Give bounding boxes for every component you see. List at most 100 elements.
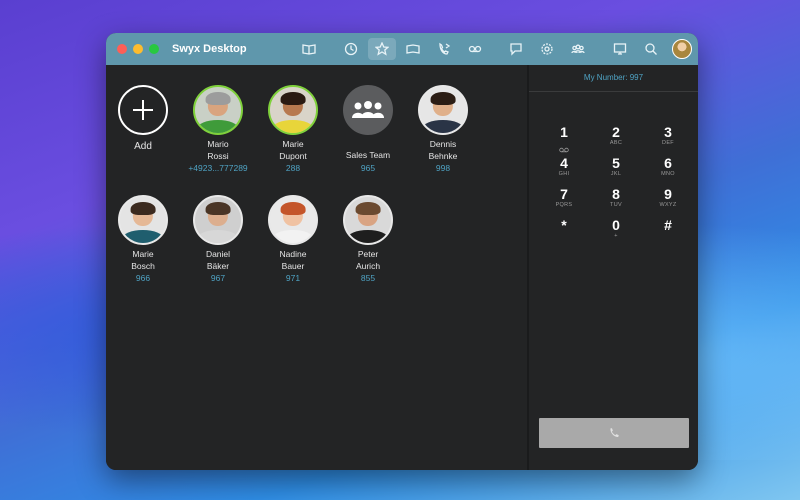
- my-number: My Number: 997: [583, 73, 644, 82]
- favorite-contact[interactable]: Peter Aurich 855: [328, 195, 408, 283]
- keypad-key[interactable]: *: [539, 218, 589, 239]
- contact-number: 971: [285, 273, 301, 283]
- title-bar: Swyx Desktop: [106, 33, 698, 65]
- close-button[interactable]: [117, 44, 127, 54]
- contact-number: 998: [435, 163, 451, 173]
- minimize-button[interactable]: [133, 44, 143, 54]
- keypad: 1 2 ABC 3 DEF 4 GHI 5 JKL 6 MNO 7 PQRS 8 TUV 9 WXYZ * 0 + #: [539, 124, 694, 240]
- key-digit: #: [664, 217, 672, 233]
- voicemail-icon[interactable]: [461, 38, 489, 60]
- contact-first-name: Dennis: [429, 139, 457, 149]
- favorite-contact[interactable]: Sales Team 965: [328, 85, 408, 173]
- keypad-key[interactable]: 6 MNO: [643, 156, 693, 178]
- contact-last-name: Dupont: [279, 150, 307, 161]
- favorite-contact[interactable]: Dennis Behnke 998: [403, 85, 483, 173]
- contact-last-name: Bosch: [131, 260, 155, 271]
- history-icon[interactable]: [337, 38, 365, 60]
- contact-number: 855: [360, 273, 376, 283]
- key-letters: DEF: [662, 140, 674, 146]
- contact-name: Peter Aurich: [356, 249, 380, 272]
- phonebook-icon[interactable]: [295, 38, 323, 60]
- key-digit: 2: [612, 124, 620, 140]
- group-icon: [343, 85, 393, 135]
- favorite-contact[interactable]: Marie Dupont 288: [253, 85, 333, 173]
- keypad-key[interactable]: 8 TUV: [591, 186, 641, 209]
- contact-name: Mario Rossi: [207, 139, 228, 162]
- contact-last-name: Rossi: [207, 150, 229, 161]
- contact-number: +4923...777289: [188, 163, 248, 173]
- user-avatar[interactable]: [672, 39, 692, 59]
- contact-name: Marie Bosch: [131, 249, 155, 272]
- key-letters: MNO: [661, 171, 675, 177]
- keypad-key[interactable]: 3 DEF: [643, 124, 693, 147]
- favorite-contact[interactable]: Mario Rossi +4923...777289: [178, 85, 258, 173]
- contact-first-name: Peter: [357, 249, 379, 259]
- key-letters: GHI: [558, 171, 570, 177]
- favorite-contact[interactable]: Daniel Bäker 967: [178, 195, 258, 283]
- zoom-button[interactable]: [149, 44, 159, 54]
- contact-first-name: Sales Team: [345, 150, 391, 160]
- contact-first-name: Mario: [207, 139, 229, 149]
- favorite-contact[interactable]: Nadine Bauer 971: [253, 195, 333, 283]
- favorites-panel: Add Mario Rossi +4923...777289 Marie Dupont 2…: [106, 65, 527, 470]
- search-icon[interactable]: [637, 38, 665, 60]
- key-letters: TUV: [610, 202, 622, 208]
- contact-name: Sales Team: [346, 150, 390, 162]
- contact-last-name: Behnke: [428, 150, 458, 161]
- key-digit: 8: [612, 186, 620, 202]
- add-icon[interactable]: [118, 85, 168, 135]
- chat-icon[interactable]: [502, 38, 530, 60]
- contact-avatar: [343, 195, 393, 245]
- window-controls: [117, 44, 159, 54]
- key-digit: 9: [664, 186, 672, 202]
- keypad-key[interactable]: 7 PQRS: [539, 186, 589, 209]
- contact-number: 965: [360, 162, 376, 173]
- contact-first-name: Marie: [282, 139, 304, 149]
- contact-avatar: [418, 85, 468, 135]
- contact-avatar: [268, 195, 318, 245]
- keypad-key[interactable]: 2 ABC: [591, 124, 641, 147]
- key-letters: +: [614, 233, 618, 239]
- contact-name: Marie Dupont: [279, 139, 306, 162]
- keypad-key[interactable]: 9 WXYZ: [643, 186, 693, 209]
- key-digit: 0: [612, 217, 620, 233]
- conference-icon[interactable]: [564, 38, 592, 60]
- add-favorite[interactable]: Add: [106, 85, 183, 152]
- contact-number: 966: [135, 273, 151, 283]
- contact-avatar: [118, 195, 168, 245]
- key-letters: JKL: [610, 171, 622, 177]
- favorite-contact[interactable]: Marie Bosch 966: [106, 195, 183, 283]
- call-button[interactable]: [539, 418, 689, 448]
- toolbar: [294, 38, 692, 60]
- contact-last-name: Bäker: [206, 260, 230, 271]
- call-forward-icon[interactable]: [430, 38, 458, 60]
- key-digit: 5: [612, 155, 620, 171]
- keypad-key[interactable]: 5 JKL: [591, 155, 641, 178]
- contact-last-name: Aurich: [355, 260, 381, 271]
- contact-first-name: Daniel: [205, 249, 231, 259]
- key-letters: PQRS: [555, 202, 573, 208]
- dialer-panel: My Number: 997 1 2 ABC 3 DEF 4 GHI 5 JKL 6 MNO 7 PQR…: [529, 65, 698, 470]
- settings-icon[interactable]: [533, 38, 561, 60]
- keypad-key[interactable]: 0 +: [591, 217, 641, 240]
- key-digit: 7: [560, 186, 568, 202]
- contact-first-name: Nadine: [279, 249, 307, 259]
- key-digit: *: [561, 217, 567, 233]
- contact-number: 288: [285, 163, 301, 173]
- add-label: Add: [134, 141, 152, 152]
- key-digit: 1: [560, 124, 568, 140]
- contact-number: 967: [210, 273, 226, 283]
- contact-name: Daniel Bäker: [206, 249, 230, 272]
- keypad-key[interactable]: 4 GHI: [539, 156, 589, 178]
- screen-icon[interactable]: [606, 38, 634, 60]
- contact-name: Nadine Bauer: [280, 249, 307, 272]
- phone-icon: [610, 428, 619, 437]
- keypad-key[interactable]: #: [643, 218, 693, 239]
- app-title: Swyx Desktop: [172, 43, 247, 55]
- app-window: Swyx Desktop Add Mario Rossi +4923...777…: [106, 33, 698, 470]
- favorites-icon[interactable]: [367, 38, 396, 60]
- key-digit: 3: [664, 124, 672, 140]
- contact-name: Dennis Behnke: [429, 139, 458, 162]
- book-icon[interactable]: [399, 38, 427, 60]
- keypad-key[interactable]: 1: [539, 124, 589, 153]
